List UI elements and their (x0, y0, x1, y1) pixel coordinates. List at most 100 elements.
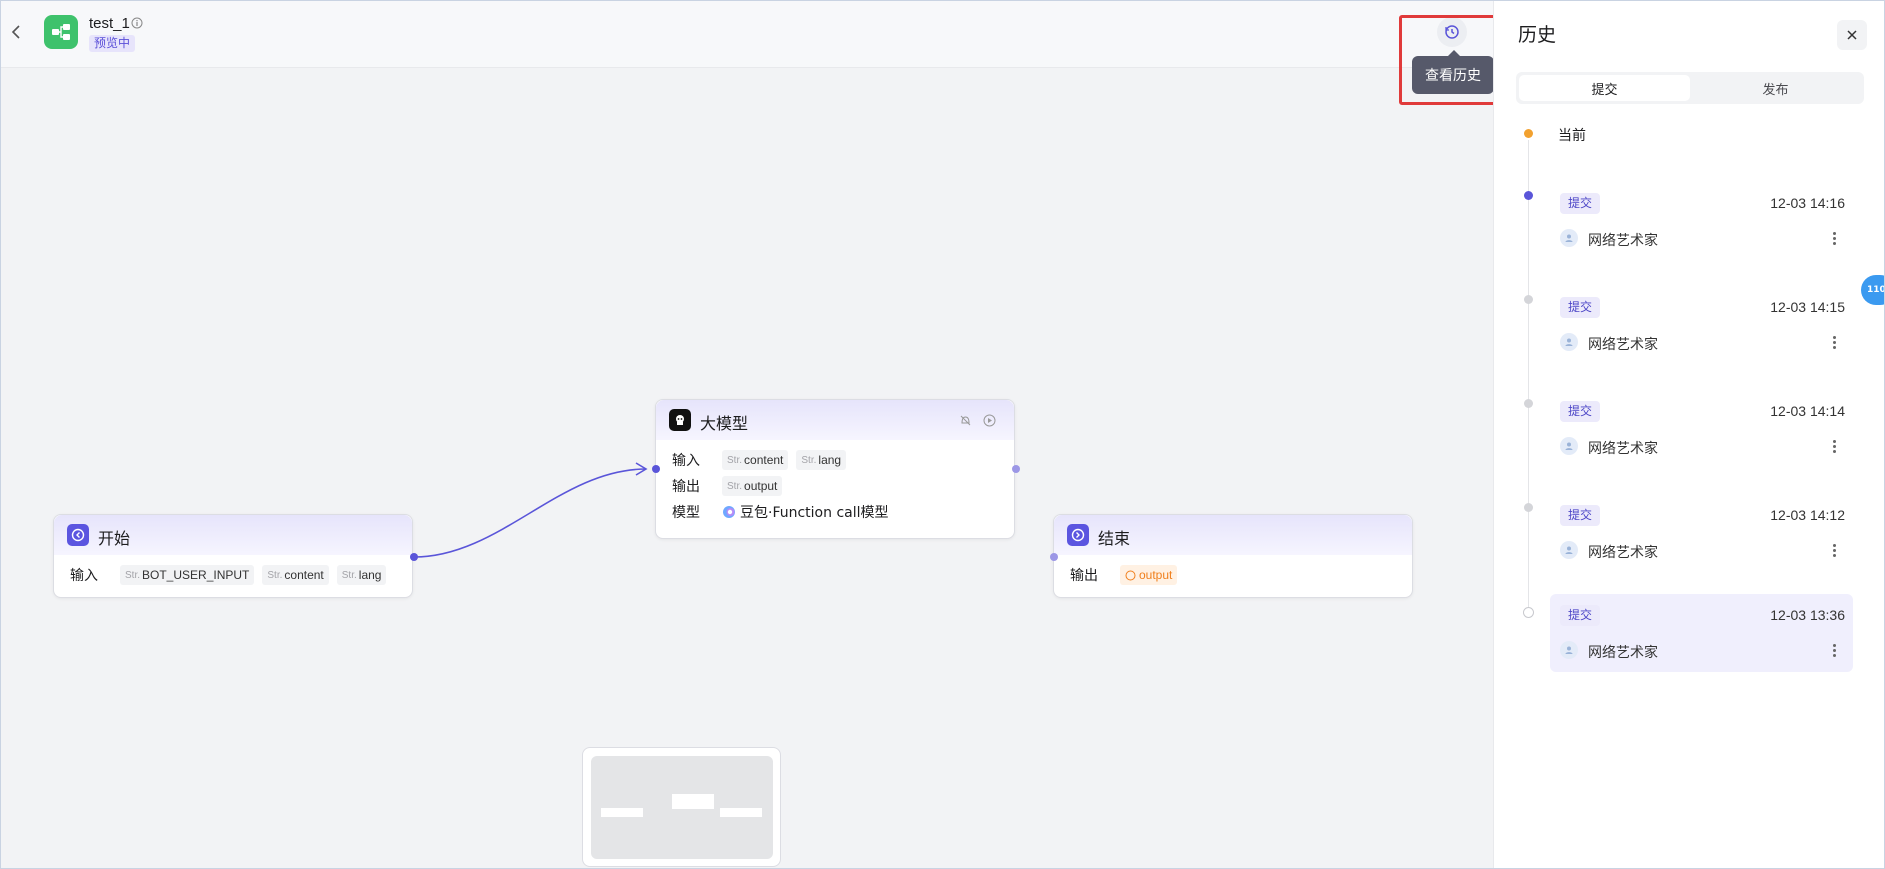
llm-input-port[interactable] (652, 465, 660, 473)
start-output-port[interactable] (410, 553, 418, 561)
output-row: 输出 Str. output (672, 476, 790, 496)
timeline-dot (1524, 295, 1533, 304)
minimap[interactable] (582, 747, 781, 867)
commit-badge: 提交 (1560, 297, 1601, 318)
user-icon (1565, 546, 1573, 554)
history-entry[interactable]: 提交 12-03 14:15 网络艺术家 (1550, 286, 1853, 364)
variable-tag: Str. output (722, 476, 783, 496)
llm-output-port[interactable] (1012, 465, 1020, 473)
avatar (1560, 229, 1578, 247)
model-row: 模型 豆包·Function call模型 (672, 502, 889, 522)
more-icon[interactable] (1829, 435, 1839, 457)
output-label: 输出 (672, 479, 700, 495)
workflow-app-icon (44, 15, 78, 49)
end-input-port[interactable] (1050, 553, 1058, 561)
app-title: test_1 (89, 15, 130, 32)
user-icon (1565, 646, 1573, 654)
floating-assistant-badge[interactable]: 1101 (1861, 275, 1885, 305)
entry-user: 网络艺术家 (1588, 233, 1658, 249)
node-title: 开始 (98, 529, 131, 548)
commit-badge: 提交 (1560, 401, 1601, 422)
input-label: 输入 (70, 568, 98, 584)
entry-user: 网络艺术家 (1588, 441, 1658, 457)
debug-off-icon[interactable] (959, 414, 972, 427)
info-icon[interactable] (131, 17, 143, 29)
entry-time: 12-03 14:15 (1770, 299, 1845, 315)
node-title: 大模型 (700, 414, 749, 433)
user-icon (1565, 442, 1573, 450)
warning-circle-icon (1125, 570, 1136, 580)
avatar (1560, 641, 1578, 659)
end-node[interactable]: 结束 输出 output (1053, 514, 1413, 598)
history-entry[interactable]: 提交 12-03 14:12 网络艺术家 (1550, 494, 1853, 572)
user-icon (1565, 338, 1573, 346)
llm-node[interactable]: 大模型 输入 Str. content Str. lang 输出 Str. outpu… (655, 399, 1015, 539)
entry-time: 12-03 13:36 (1770, 607, 1845, 623)
more-icon[interactable] (1829, 227, 1839, 249)
timeline-dot (1524, 399, 1533, 408)
timeline-dot (1524, 503, 1533, 512)
header-bar: test_1 预览中 (0, 0, 1493, 68)
chevron-left-icon (11, 25, 20, 39)
input-row: 输入 Str. BOT_USER_INPUT Str. content Str. la… (70, 565, 394, 585)
back-button[interactable] (4, 16, 28, 48)
commit-badge: 提交 (1560, 505, 1601, 526)
entry-user: 网络艺术家 (1588, 645, 1658, 661)
current-label: 当前 (1558, 128, 1586, 144)
user-icon (1565, 234, 1573, 242)
llm-icon (669, 409, 691, 431)
history-entry[interactable]: 提交 12-03 14:14 网络艺术家 (1550, 390, 1853, 468)
minimap-node (672, 794, 714, 809)
avatar (1560, 333, 1578, 351)
timeline-dot (1524, 191, 1533, 200)
output-row: 输出 output (1070, 565, 1185, 585)
entry-time: 12-03 14:14 (1770, 403, 1845, 419)
tab-publish[interactable]: 发布 (1690, 75, 1861, 101)
history-tabs: 提交 发布 (1516, 72, 1864, 104)
variable-tag: Str. content (262, 565, 329, 585)
doubao-logo-icon (723, 506, 735, 518)
more-icon[interactable] (1829, 639, 1839, 661)
panel-title: 历史 (1518, 24, 1557, 46)
history-entry[interactable]: 提交 12-03 14:16 网络艺术家 (1550, 182, 1853, 260)
close-icon (1847, 30, 1857, 40)
current-dot (1524, 129, 1533, 138)
entry-time: 12-03 14:12 (1770, 507, 1845, 523)
tab-commit[interactable]: 提交 (1519, 75, 1690, 101)
entry-user: 网络艺术家 (1588, 545, 1658, 561)
start-icon (67, 524, 89, 546)
node-header: 大模型 (656, 400, 1014, 440)
variable-tag: Str. content (722, 450, 789, 470)
minimap-viewport (591, 756, 773, 859)
avatar (1560, 541, 1578, 559)
history-panel: 历史 提交 发布 当前 提交 12-03 14:16 网络艺术家 提交 12-0… (1493, 0, 1885, 869)
timeline-dot (1523, 607, 1534, 618)
more-icon[interactable] (1829, 539, 1839, 561)
node-header: 开始 (54, 515, 412, 555)
start-node[interactable]: 开始 输入 Str. BOT_USER_INPUT Str. content Str… (53, 514, 413, 598)
variable-tag: Str. lang (336, 565, 387, 585)
variable-tag: output (1120, 565, 1178, 585)
node-title: 结束 (1098, 529, 1131, 548)
annotation-highlight-box (1399, 15, 1505, 105)
commit-badge: 提交 (1560, 605, 1601, 626)
minimap-node (601, 808, 643, 817)
output-label: 输出 (1070, 568, 1098, 584)
more-icon[interactable] (1829, 331, 1839, 353)
commit-badge: 提交 (1560, 193, 1601, 214)
end-icon (1067, 524, 1089, 546)
close-button[interactable] (1837, 20, 1867, 50)
variable-tag: Str. lang (796, 450, 847, 470)
minimap-node (720, 808, 762, 817)
model-value: 豆包·Function call模型 (740, 505, 889, 521)
status-badge: 预览中 (89, 35, 136, 52)
entry-user: 网络艺术家 (1588, 337, 1658, 353)
run-icon[interactable] (983, 414, 996, 427)
input-row: 输入 Str. content Str. lang (672, 450, 854, 470)
model-label: 模型 (672, 505, 700, 521)
node-header: 结束 (1054, 515, 1412, 555)
history-entry-selected[interactable]: 提交 12-03 13:36 网络艺术家 (1550, 594, 1853, 672)
avatar (1560, 437, 1578, 455)
input-label: 输入 (672, 453, 700, 469)
variable-tag: Str. BOT_USER_INPUT (120, 565, 255, 585)
